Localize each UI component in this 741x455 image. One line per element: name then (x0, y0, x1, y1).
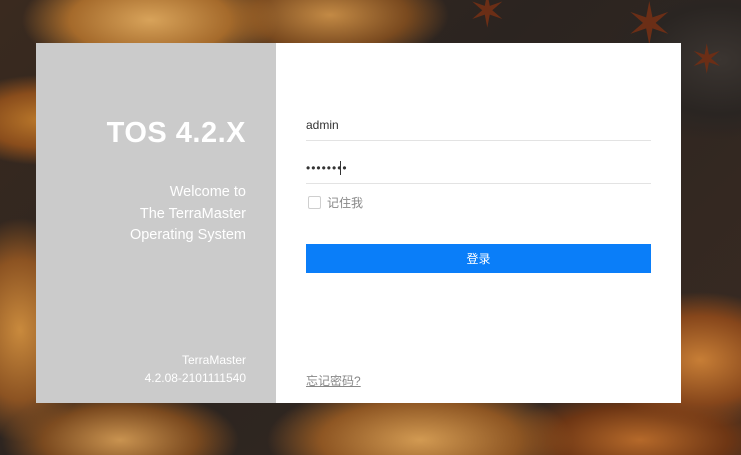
login-card: TOS 4.2.X Welcome to The TerraMaster Ope… (36, 43, 681, 403)
welcome-line: Operating System (129, 227, 246, 243)
welcome-message: Welcome to The TerraMaster Operating Sys… (130, 182, 246, 247)
forgot-password-link[interactable]: 忘记密码? (306, 372, 361, 389)
brand-panel: TOS 4.2.X Welcome to The TerraMaster Ope… (36, 43, 276, 403)
company-name: TerraMaster (181, 353, 246, 367)
remember-me[interactable]: 记住我 (308, 194, 363, 211)
login-button[interactable]: 登录 (306, 244, 651, 273)
remember-me-label: 记住我 (327, 196, 364, 210)
remember-me-checkbox[interactable] (308, 196, 321, 209)
star-anise-decoration: ✶ (468, 0, 507, 37)
username-input[interactable] (306, 110, 651, 140)
password-input[interactable] (306, 153, 651, 183)
login-form: 记住我 登录 忘记密码? (276, 43, 681, 403)
username-field (306, 110, 651, 141)
welcome-line: The TerraMaster (139, 205, 246, 222)
welcome-line: Welcome to (169, 184, 246, 200)
version-number: 4.2.08-2101111540 (144, 371, 246, 385)
text-caret (340, 161, 341, 175)
version-info: TerraMaster 4.2.08-2101111540 (145, 351, 246, 387)
star-anise-decoration: ✶ (690, 38, 724, 82)
product-title: TOS 4.2.X (106, 117, 246, 149)
password-field (306, 153, 651, 184)
